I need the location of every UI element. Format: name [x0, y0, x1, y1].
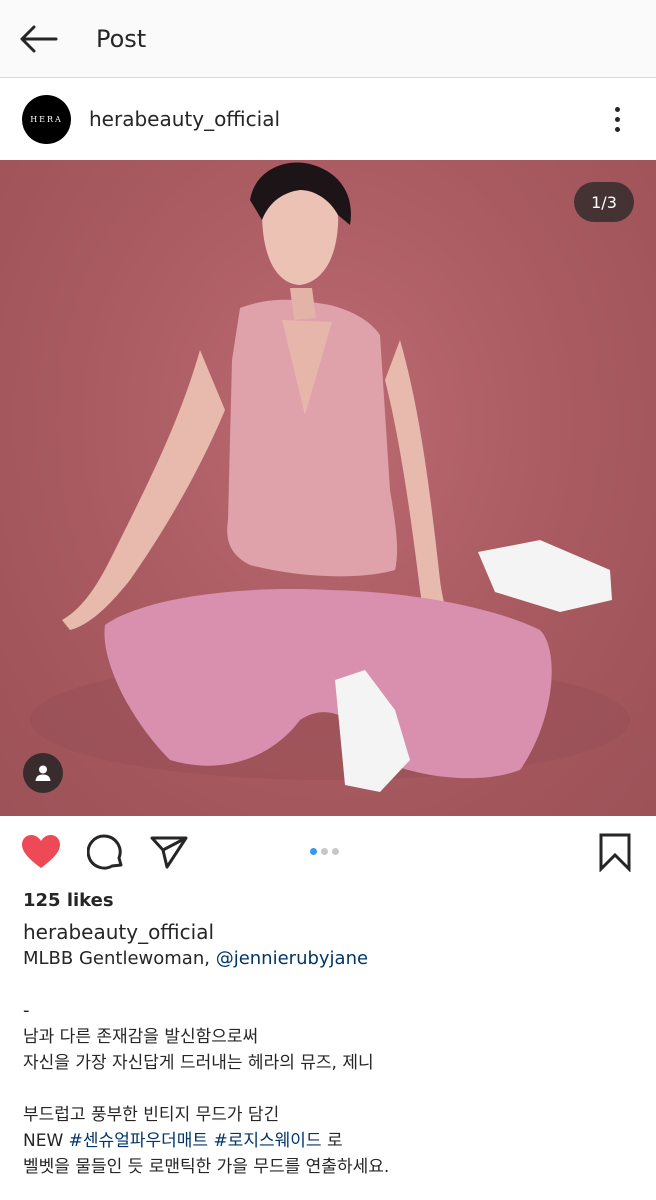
caption-line: 부드럽고 풍부한 빈티지 무드가 담긴 — [23, 1105, 280, 1125]
comment-icon — [87, 834, 123, 870]
post-username[interactable]: herabeauty_official — [89, 105, 280, 133]
mention-link[interactable]: @jennierubyjane — [216, 948, 368, 969]
post-header: HERA herabeauty_official — [0, 79, 656, 160]
send-icon — [150, 836, 188, 869]
top-bar: Post — [0, 0, 656, 78]
post-actions — [0, 816, 656, 888]
post-photo — [30, 162, 630, 792]
image-counter: 1/3 — [574, 182, 634, 222]
carousel-dot — [332, 848, 339, 855]
carousel-dot — [321, 848, 328, 855]
caption-line: MLBB Gentlewoman, @jennierubyjane — [23, 946, 643, 972]
hashtag-link[interactable]: #센슈얼파우더매트 — [69, 1131, 208, 1151]
caption-text: MLBB Gentlewoman, — [23, 948, 216, 969]
back-button[interactable] — [14, 18, 62, 60]
save-button[interactable] — [594, 832, 636, 872]
more-vertical-icon — [614, 106, 620, 112]
avatar-logo-text: HERA — [30, 115, 63, 124]
caption-line: 남과 다른 존재감을 발신함으로써 — [23, 1027, 259, 1047]
arrow-left-icon — [20, 25, 58, 53]
tagged-people-button[interactable] — [23, 753, 63, 793]
caption-text: 로 — [321, 1131, 343, 1151]
share-button[interactable] — [148, 832, 190, 872]
comment-button[interactable] — [85, 832, 127, 872]
person-icon — [35, 765, 51, 781]
caption-line: NEW #센슈얼파우더매트 #로지스웨이드 로 — [23, 1128, 643, 1154]
carousel-dot — [310, 848, 317, 855]
bookmark-icon — [599, 833, 631, 872]
page-title: Post — [96, 25, 147, 53]
like-button[interactable] — [20, 832, 62, 872]
more-options-button[interactable] — [600, 99, 634, 139]
caption-line: 자신을 가장 자신답게 드러내는 헤라의 뮤즈, 제니 — [23, 1053, 374, 1073]
avatar[interactable]: HERA — [22, 95, 71, 144]
caption-line: 벨벳을 물들인 듯 로맨틱한 가을 무드를 연출하세요. — [23, 1157, 390, 1177]
hashtag-link[interactable]: #로지스웨이드 — [213, 1131, 321, 1151]
likes-count[interactable]: 125 likes — [23, 888, 643, 914]
carousel-indicator — [310, 848, 339, 856]
heart-icon — [22, 835, 60, 868]
caption-author[interactable]: herabeauty_official — [23, 918, 643, 946]
caption-separator: - — [23, 1000, 30, 1021]
post-image[interactable] — [0, 160, 656, 816]
caption-text: NEW — [23, 1131, 69, 1151]
